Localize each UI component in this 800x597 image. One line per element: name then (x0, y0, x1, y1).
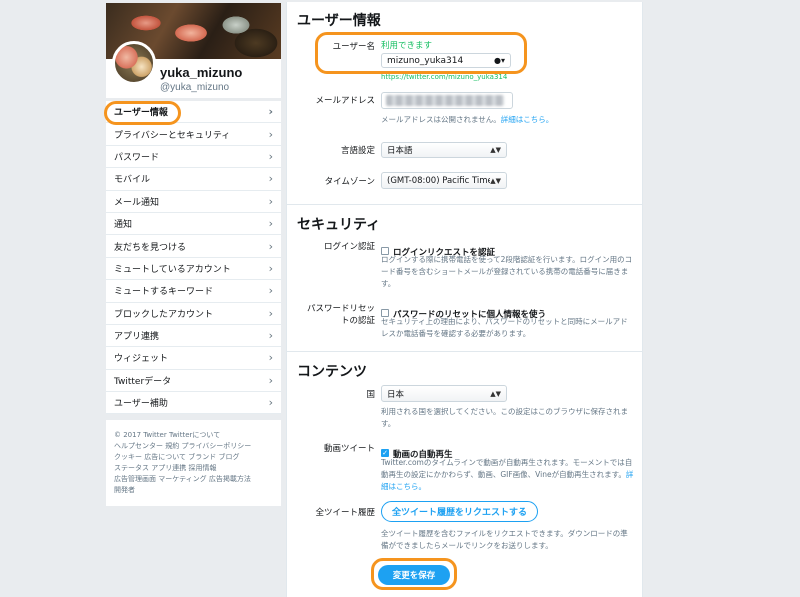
chevron-right-icon: › (268, 172, 273, 186)
email-redacted (386, 95, 504, 106)
sidebar-item-label: パスワード (114, 152, 160, 163)
chevron-right-icon: › (268, 306, 273, 320)
country-note: 利用される国を選択してください。この設定はこのブラウザに保存されます。 (381, 407, 629, 428)
username-label: ユーザー名 (332, 42, 375, 52)
chevron-right-icon: › (268, 239, 273, 253)
sidebar-item[interactable]: Twitterデータ › (106, 370, 281, 393)
security-title: セキュリティ (297, 217, 381, 233)
request-archive-button[interactable]: 全ツイート履歴をリクエストする (381, 501, 538, 522)
sidebar-item[interactable]: モバイル › (106, 168, 281, 191)
footer-link-line[interactable]: ヘルプセンター 規約 プライバシーポリシー (114, 441, 273, 452)
sidebar-item[interactable]: 友だちを見つける › (106, 235, 281, 258)
timezone-select[interactable]: (GMT-08:00) Pacific Time (U ▲▼ (381, 172, 507, 189)
save-changes-button[interactable]: 変更を保存 (378, 565, 450, 585)
country-select[interactable]: 日本 ▲▼ (381, 385, 507, 402)
sidebar-item[interactable]: ブロックしたアカウント › (106, 303, 281, 325)
sidebar-item[interactable]: ミュートしているアカウント › (106, 258, 281, 281)
sidebar-item[interactable]: パスワード › (106, 146, 281, 169)
footer-link-line[interactable]: クッキー 広告について ブランド ブログ (114, 452, 273, 463)
divider (287, 351, 642, 352)
login-verification-desc: ログインする際に携帯電話を使って2段階認証を行います。ログイン用のコード番号を含… (381, 255, 633, 288)
chevron-right-icon: › (268, 373, 273, 387)
sidebar-item-label: モバイル (114, 175, 151, 186)
username-input[interactable]: mizuno_yuka314 ●▾ (381, 53, 511, 68)
settings-nav: ユーザー情報 › プライバシーとセキュリティ › パスワード › モバイル › メール通知 › 通知… (106, 101, 281, 415)
timezone-value: (GMT-08:00) Pacific Time (U (387, 175, 491, 186)
sidebar-item-label: アプリ連携 (114, 332, 160, 343)
footer-link-line[interactable]: 開発者 (114, 485, 273, 496)
sidebar-item-label: ブロックしたアカウント (114, 309, 214, 320)
chevron-right-icon: › (268, 396, 273, 410)
footer-links: © 2017 Twitter Twitterについて ヘルプセンター 規約 プライ… (106, 420, 281, 506)
language-select[interactable]: 日本語 ▲▼ (381, 142, 507, 158)
country-label: 国 (366, 390, 375, 400)
email-note: メールアドレスは公開されません。詳細はこちら。 (381, 114, 553, 126)
username-status: 利用できます (381, 41, 433, 51)
user-dropdown-icon[interactable]: ●▾ (494, 56, 505, 65)
sidebar-item-label: 通知 (114, 220, 133, 231)
video-autoplay-checkbox[interactable]: ✓ (381, 448, 389, 457)
email-note-text: メールアドレスは公開されません。 (381, 115, 501, 124)
password-reset-desc: セキュリティ上の理由により、パスワードのリセットと同時にメールアドレスか電話番号… (381, 317, 628, 338)
password-reset-label-2: トの認証 (340, 316, 375, 326)
chevron-right-icon: › (268, 127, 273, 141)
chevron-right-icon: › (268, 194, 273, 208)
archive-desc: 全ツイート履歴を含むファイルをリクエストできます。ダウンロードの準備ができました… (381, 529, 628, 550)
updown-icon: ▲▼ (490, 389, 501, 398)
sidebar-item[interactable]: ユーザー情報 › (106, 101, 281, 124)
email-label: メールアドレス (315, 96, 375, 106)
video-autoplay-desc-text: Twitter.comのタイムラインで動画が自動再生されます。モーメントでは自動… (381, 458, 633, 479)
sidebar-item-label: プライバシーとセキュリティ (114, 130, 231, 141)
username-value: mizuno_yuka314 (387, 55, 464, 66)
language-value: 日本語 (387, 146, 413, 156)
sidebar-item-label: ウィジェット (114, 354, 169, 365)
footer-link-line[interactable]: 広告管理画面 マーケティング 広告掲載方法 (114, 474, 273, 485)
sidebar-item[interactable]: メール通知 › (106, 191, 281, 213)
email-input[interactable] (381, 92, 513, 109)
chevron-right-icon: › (268, 261, 273, 275)
archive-label: 全ツイート履歴 (315, 508, 375, 518)
sidebar-item[interactable]: ユーザー補助 › (106, 392, 281, 415)
divider (287, 204, 642, 205)
video-autoplay-desc: Twitter.comのタイムラインで動画が自動再生されます。モーメントでは自動… (381, 457, 635, 493)
sidebar-item-label: メール通知 (114, 197, 160, 208)
sidebar-item-label: ユーザー補助 (114, 399, 168, 410)
sidebar-item-label: 友だちを見つける (114, 242, 187, 253)
profile-card[interactable]: yuka_mizuno @yuka_mizuno (106, 3, 281, 98)
chevron-right-icon: › (268, 217, 273, 231)
sidebar-item[interactable]: アプリ連携 › (106, 325, 281, 348)
chevron-right-icon: › (268, 284, 273, 298)
email-note-link[interactable]: 詳細はこちら。 (501, 115, 554, 124)
sidebar-item-label: ミュートしているアカウント (114, 264, 231, 275)
chevron-right-icon: › (268, 105, 273, 119)
page-title: ユーザー情報 (297, 13, 381, 29)
sidebar-item[interactable]: プライバシーとセキュリティ › (106, 123, 281, 146)
language-label: 言語設定 (340, 146, 375, 156)
updown-icon: ▲▼ (490, 146, 501, 154)
sidebar-item-label: ユーザー情報 (114, 108, 168, 119)
password-reset-label-1: パスワードリセッ (306, 304, 375, 314)
profile-name[interactable]: yuka_mizuno (160, 65, 242, 80)
username-url[interactable]: https://twitter.com/mizuno_yuka314 (381, 73, 507, 81)
content-title: コンテンツ (297, 364, 367, 380)
profile-handle: @yuka_mizuno (160, 82, 230, 93)
video-label: 動画ツイート (323, 444, 375, 454)
sidebar-item-label: ミュートするキーワード (114, 287, 214, 298)
footer-link-line[interactable]: © 2017 Twitter Twitterについて (114, 430, 273, 441)
country-value: 日本 (387, 389, 405, 400)
settings-main: ユーザー情報 ユーザー名 利用できます mizuno_yuka314 ●▾ ht… (286, 2, 643, 597)
timezone-label: タイムゾーン (324, 177, 375, 187)
updown-icon: ▲▼ (490, 176, 501, 185)
avatar[interactable] (112, 41, 156, 85)
sidebar-item[interactable]: ミュートするキーワード › (106, 280, 281, 303)
sidebar-item[interactable]: 通知 › (106, 213, 281, 236)
login-verification-label: ログイン認証 (323, 242, 375, 252)
chevron-right-icon: › (268, 329, 273, 343)
footer-link-line[interactable]: ステータス アプリ連携 採用情報 (114, 463, 273, 474)
sidebar-item-label: Twitterデータ (114, 376, 172, 387)
sidebar-item[interactable]: ウィジェット › (106, 347, 281, 370)
chevron-right-icon: › (268, 351, 273, 365)
chevron-right-icon: › (268, 149, 273, 163)
